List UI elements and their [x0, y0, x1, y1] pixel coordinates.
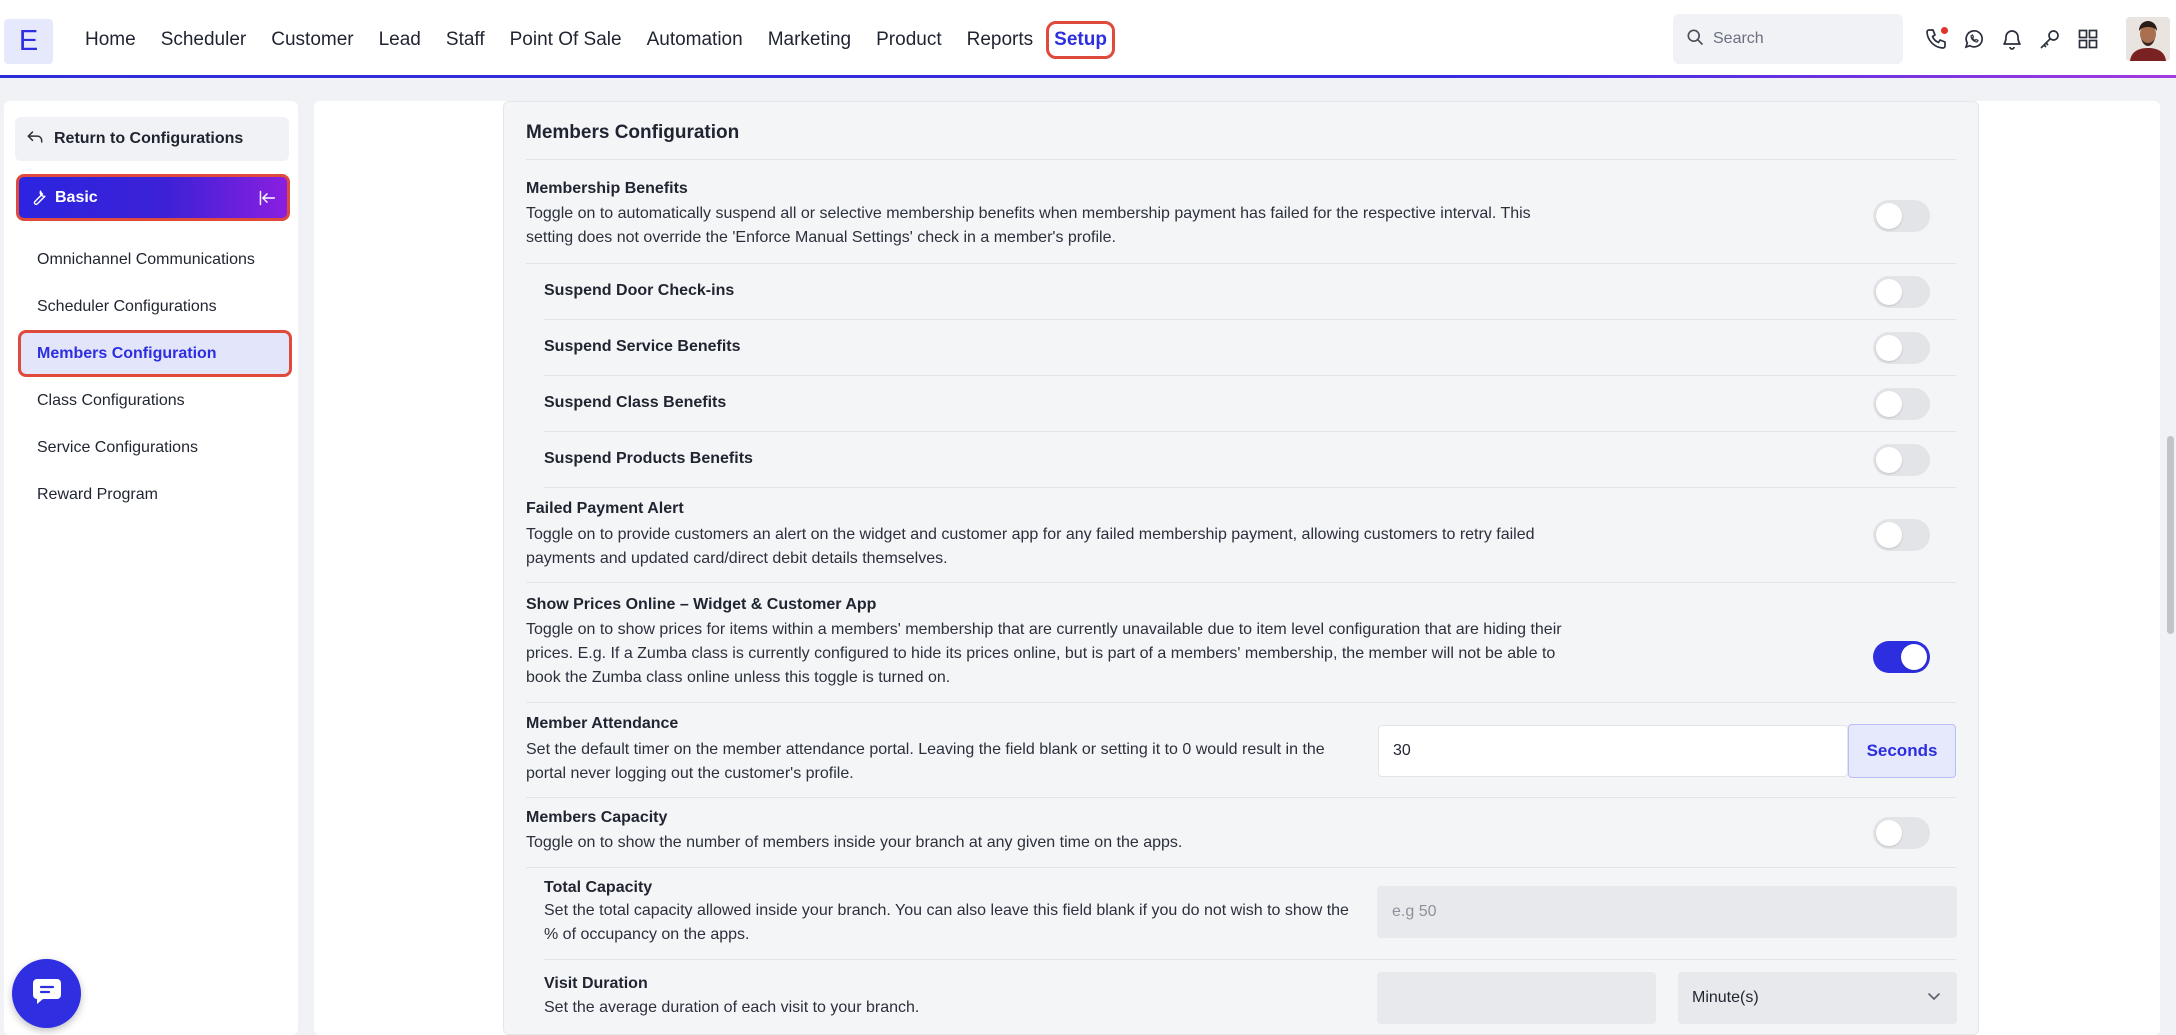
failed-payment-alert-toggle[interactable] — [1873, 519, 1930, 551]
nav-scheduler[interactable]: Scheduler — [149, 20, 259, 60]
bell-icon[interactable] — [1998, 22, 2026, 56]
visit-duration-row: Visit Duration Set the average duration … — [544, 960, 1957, 1035]
show-prices-online-row: Show Prices Online – Widget & Customer A… — [526, 583, 1956, 703]
nav-reports[interactable]: Reports — [955, 20, 1046, 60]
visit-duration-unit-select[interactable]: Minute(s) — [1678, 972, 1957, 1024]
suspend-class-benefits-title: Suspend Class Benefits — [544, 394, 727, 411]
member-attendance-row: Member Attendance Set the default timer … — [526, 703, 1956, 798]
page-title: Members Configuration — [526, 122, 740, 143]
nav-home[interactable]: Home — [82, 20, 148, 60]
sidebar-menu: Omnichannel Communications Scheduler Con… — [18, 236, 292, 518]
chat-support-button[interactable] — [12, 959, 81, 1028]
wrench-icon — [29, 188, 55, 207]
failed-payment-alert-description: Toggle on to provide customers an alert … — [526, 526, 1535, 567]
suspend-door-checkins-title: Suspend Door Check-ins — [544, 282, 735, 299]
user-avatar[interactable] — [2126, 17, 2170, 61]
show-prices-online-description: Toggle on to show prices for items withi… — [526, 621, 1562, 686]
total-capacity-row: Total Capacity Set the total capacity al… — [544, 868, 1957, 960]
suspend-door-checkins-row: Suspend Door Check-ins — [544, 264, 1956, 320]
members-capacity-title: Members Capacity — [526, 809, 668, 826]
collapse-sidebar-icon[interactable] — [257, 189, 277, 207]
seconds-unit-button[interactable]: Seconds — [1848, 724, 1956, 778]
nav-product[interactable]: Product — [864, 20, 953, 60]
chat-icon — [31, 976, 63, 1011]
members-capacity-toggle[interactable] — [1873, 817, 1930, 849]
nav-point-of-sale[interactable]: Point Of Sale — [498, 20, 634, 60]
suspend-class-benefits-row: Suspend Class Benefits — [544, 376, 1956, 432]
sidebar-item-scheduler-configurations[interactable]: Scheduler Configurations — [18, 283, 292, 330]
show-prices-online-toggle[interactable] — [1873, 641, 1930, 673]
suspend-service-benefits-toggle[interactable] — [1873, 332, 1930, 364]
sidebar-item-service-configurations[interactable]: Service Configurations — [18, 424, 292, 471]
basic-section-header[interactable]: Basic — [16, 174, 290, 221]
members-capacity-description: Toggle on to show the number of members … — [526, 834, 1183, 851]
visit-duration-unit-value: Minute(s) — [1692, 989, 1759, 1006]
suspend-service-benefits-row: Suspend Service Benefits — [544, 320, 1956, 376]
total-capacity-input[interactable]: e.g 50 — [1377, 886, 1957, 938]
nav-marketing[interactable]: Marketing — [756, 20, 863, 60]
nav-automation[interactable]: Automation — [635, 20, 755, 60]
suspend-products-benefits-toggle[interactable] — [1873, 444, 1930, 476]
whatsapp-icon[interactable] — [1960, 22, 1988, 56]
basic-section-label: Basic — [55, 188, 98, 206]
nav-lead[interactable]: Lead — [367, 20, 433, 60]
search-input[interactable] — [1713, 30, 1893, 48]
phone-icon[interactable] — [1922, 22, 1950, 56]
nav-staff[interactable]: Staff — [434, 20, 497, 60]
suspend-class-benefits-toggle[interactable] — [1873, 388, 1930, 420]
membership-benefits-title: Membership Benefits — [526, 180, 688, 197]
suspend-service-benefits-title: Suspend Service Benefits — [544, 338, 741, 355]
attendance-timer-input[interactable]: 30 — [1378, 725, 1848, 777]
header-actions — [1922, 22, 2102, 56]
app-logo[interactable]: E — [4, 19, 53, 64]
members-configuration-panel: Members Configuration Membership Benefit… — [503, 101, 1979, 1035]
back-arrow-icon — [25, 127, 54, 152]
membership-benefits-row: Membership Benefits Toggle on to automat… — [526, 160, 1956, 264]
sidebar-item-reward-program[interactable]: Reward Program — [18, 471, 292, 518]
total-capacity-description: Set the total capacity allowed inside yo… — [544, 902, 1349, 943]
page-scrollbar-thumb[interactable] — [2167, 436, 2174, 634]
total-capacity-title: Total Capacity — [544, 879, 653, 896]
notification-dot — [1941, 27, 1948, 34]
member-attendance-title: Member Attendance — [526, 715, 679, 732]
main-content: Members Configuration Membership Benefit… — [314, 101, 2160, 1035]
members-capacity-row: Members Capacity Toggle on to show the n… — [526, 798, 1956, 868]
suspend-products-benefits-title: Suspend Products Benefits — [544, 450, 753, 467]
visit-duration-title: Visit Duration — [544, 975, 648, 992]
visit-duration-input[interactable] — [1377, 972, 1656, 1024]
suspend-products-benefits-row: Suspend Products Benefits — [544, 432, 1956, 488]
member-attendance-description: Set the default timer on the member atte… — [526, 741, 1325, 782]
sidebar-item-members-configuration[interactable]: Members Configuration — [18, 330, 292, 377]
main-nav: Home Scheduler Customer Lead Staff Point… — [82, 20, 1116, 60]
nav-customer[interactable]: Customer — [259, 20, 365, 60]
membership-benefits-description: Toggle on to automatically suspend all o… — [526, 205, 1531, 246]
sidebar-item-class-configurations[interactable]: Class Configurations — [18, 377, 292, 424]
search-box[interactable] — [1673, 14, 1903, 64]
search-icon — [1685, 27, 1705, 52]
failed-payment-alert-title: Failed Payment Alert — [526, 500, 684, 517]
sidebar-item-omnichannel-communications[interactable]: Omnichannel Communications — [18, 236, 292, 283]
visit-duration-description: Set the average duration of each visit t… — [544, 999, 920, 1016]
membership-benefits-toggle[interactable] — [1873, 200, 1930, 232]
suspend-door-checkins-toggle[interactable] — [1873, 276, 1930, 308]
settings-sidebar: Return to Configurations Basic Omnichann… — [4, 101, 298, 1035]
show-prices-online-title: Show Prices Online – Widget & Customer A… — [526, 596, 877, 613]
top-navigation-bar: E Home Scheduler Customer Lead Staff Poi… — [0, 0, 2176, 78]
key-icon[interactable] — [2036, 22, 2064, 56]
apps-grid-icon[interactable] — [2074, 22, 2102, 56]
return-to-configurations-button[interactable]: Return to Configurations — [15, 117, 289, 161]
return-label: Return to Configurations — [54, 130, 244, 147]
nav-setup[interactable]: Setup — [1046, 21, 1115, 59]
failed-payment-alert-row: Failed Payment Alert Toggle on to provid… — [526, 488, 1956, 583]
